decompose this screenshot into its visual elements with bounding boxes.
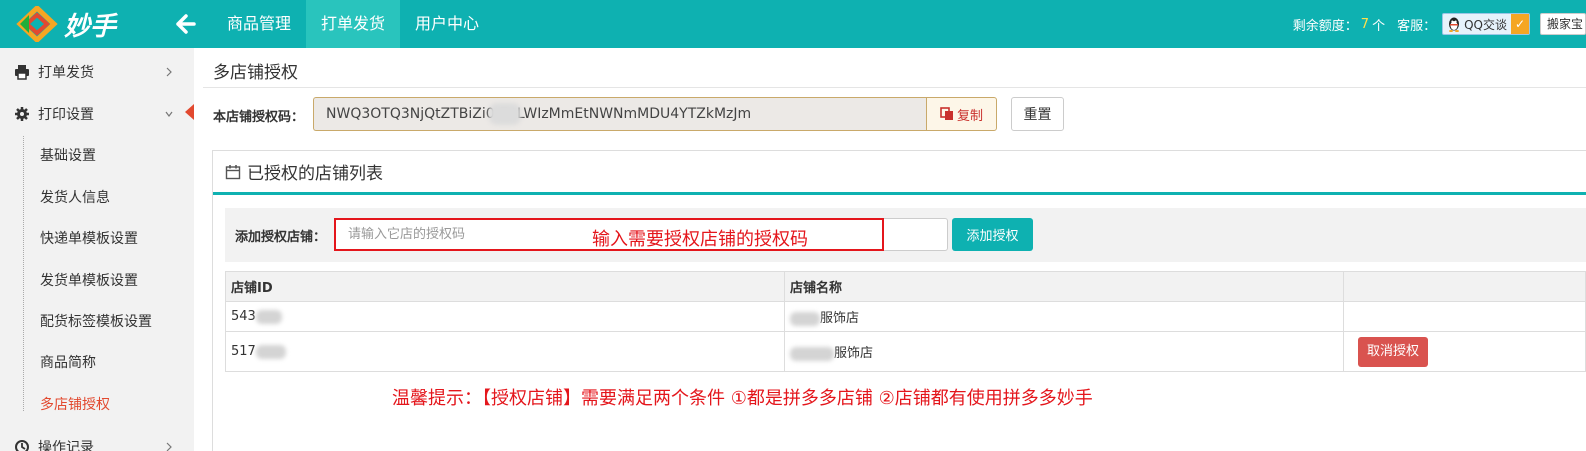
shop-id: 517 — [231, 344, 256, 359]
logo-text: 妙手 — [64, 11, 117, 42]
top-header: 妙手 商品管理 打单发货 用户中心 剩余额度： 7 个 客服： QQ交谈 ✓ 搬… — [0, 0, 1586, 48]
qq-penguin-icon — [1449, 17, 1460, 32]
shop-name-cell: 服饰店 — [784, 331, 1344, 372]
page-title: 多店铺授权 — [213, 63, 298, 83]
panel-header: 已授权的店铺列表 — [213, 151, 1586, 195]
action-cell — [1343, 301, 1586, 332]
redacted-blur — [790, 311, 820, 326]
sidebar-item-print-settings[interactable]: 打印设置 — [0, 93, 194, 135]
col-header-action — [1343, 271, 1586, 302]
sidebar-item-label: 打单发货 — [38, 65, 94, 81]
quota-value: 7 — [1360, 16, 1370, 32]
kefu-label: 客服： — [1397, 18, 1437, 34]
chevron-right-icon — [166, 442, 172, 451]
nav-item-product[interactable]: 商品管理 — [212, 0, 306, 48]
quota-label: 剩余额度： — [1292, 18, 1358, 34]
cancel-auth-button[interactable]: 取消授权 — [1358, 336, 1428, 367]
sidebar-item-label: 操作记录 — [38, 440, 94, 451]
action-cell: 取消授权 — [1343, 331, 1586, 372]
copy-icon — [940, 107, 953, 120]
add-auth-button[interactable]: 添加授权 — [952, 218, 1033, 251]
chevron-right-icon — [166, 67, 172, 77]
qq-chat-button[interactable]: QQ交谈 ✓ — [1442, 13, 1530, 35]
table-row: 543 服饰店 — [225, 301, 1586, 332]
redacted-blur — [255, 344, 286, 359]
sidebar-sub-express-template[interactable]: 快递单模板设置 — [0, 217, 194, 259]
shop-auth-code-label: 本店铺授权码： — [213, 110, 305, 125]
sidebar: 打单发货 打印设置 基础设置 发货人信息 快递单模板设置 发货单模板设置 配货标… — [0, 48, 194, 451]
divider — [203, 87, 1586, 88]
copy-label: 复制 — [956, 108, 983, 124]
sidebar-item-operation-log[interactable]: 操作记录 — [0, 426, 194, 451]
sidebar-sub-label-template[interactable]: 配货标签模板设置 — [0, 300, 194, 342]
nav-item-user-center[interactable]: 用户中心 — [400, 0, 494, 48]
nav-item-ship[interactable]: 打单发货 — [306, 0, 401, 48]
qq-chat-label: QQ交谈 — [1464, 17, 1507, 32]
reset-button[interactable]: 重置 — [1011, 97, 1064, 131]
shop-id-cell: 543 — [225, 301, 785, 332]
table-header-row: 店铺ID 店铺名称 — [225, 271, 1586, 302]
shop-name-cell: 服饰店 — [784, 301, 1344, 332]
redacted-blur — [489, 103, 521, 125]
shop-auth-code-field[interactable]: NWQ3OTQ3NjQtZTBiZi0 E0LWIzMmEtNWNmMDU4YT… — [313, 97, 926, 131]
redacted-blur — [255, 309, 282, 324]
logo[interactable]: 妙手 — [14, 6, 124, 42]
table-row: 517 服饰店 取消授权 — [225, 331, 1586, 372]
sidebar-sub-multi-shop-auth[interactable]: 多店铺授权 — [0, 383, 194, 425]
shop-id-cell: 517 — [225, 331, 785, 372]
redacted-blur — [790, 346, 834, 361]
sidebar-item-print-ship[interactable]: 打单发货 — [0, 51, 194, 93]
copy-button[interactable]: 复制 — [926, 97, 997, 131]
chevron-down-icon — [165, 111, 173, 117]
gear-icon — [15, 107, 29, 121]
top-nav: 商品管理 打单发货 用户中心 — [212, 0, 494, 48]
sidebar-item-label: 打印设置 — [38, 107, 94, 123]
col-header-shop-name: 店铺名称 — [784, 271, 1344, 302]
logo-icon — [16, 6, 58, 42]
shop-id: 543 — [231, 309, 256, 324]
shop-name: 服饰店 — [834, 346, 874, 361]
printer-icon — [15, 65, 29, 80]
quota-unit: 个 — [1372, 18, 1386, 34]
sidebar-sub-basic-settings[interactable]: 基础设置 — [0, 134, 194, 176]
col-header-shop-id: 店铺ID — [225, 271, 785, 302]
history-icon — [15, 440, 29, 451]
panel-title: 已授权的店铺列表 — [247, 164, 383, 184]
sidebar-sub-sender-info[interactable]: 发货人信息 — [0, 176, 194, 218]
add-shop-label: 添加授权店铺： — [235, 230, 327, 245]
arrow-left-icon[interactable] — [176, 14, 196, 34]
annotation-text: 输入需要授权店铺的授权码 — [592, 229, 808, 250]
shop-name: 服饰店 — [820, 311, 860, 326]
sidebar-sub-invoice-template[interactable]: 发货单模板设置 — [0, 259, 194, 301]
check-icon: ✓ — [1511, 14, 1529, 34]
active-marker — [185, 104, 194, 120]
header-right: 剩余额度： 7 个 客服： QQ交谈 ✓ 搬家宝 — [1293, 0, 1586, 48]
sidebar-sub-product-alias[interactable]: 商品简称 — [0, 341, 194, 383]
authorized-shops-table: 店铺ID 店铺名称 543 服饰店 517 服饰店 取消授权 — [225, 271, 1586, 372]
warm-tip: 温馨提示：【授权店铺】需要满足两个条件 ①都是拼多多店铺 ②店铺都有使用拼多多妙… — [392, 388, 1093, 409]
move-shop-button[interactable]: 搬家宝 — [1540, 13, 1586, 35]
calendar-icon — [225, 164, 241, 179]
